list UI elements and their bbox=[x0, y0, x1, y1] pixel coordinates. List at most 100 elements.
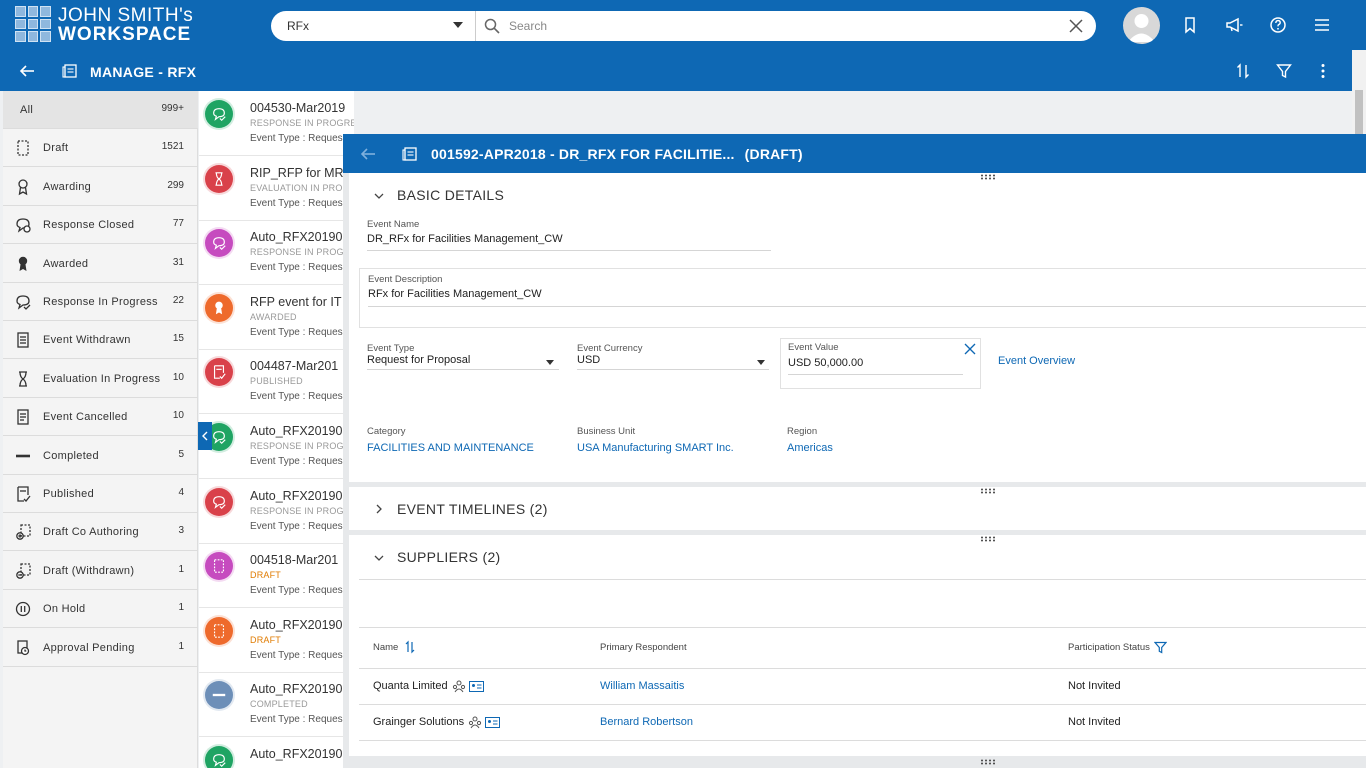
filter-item[interactable]: Draft (Withdrawn) 1 bbox=[3, 552, 198, 590]
ribbon-filled-icon bbox=[18, 256, 28, 271]
event-list-item[interactable]: Auto_RFX20190 RESPONSE IN PROG Event Type … bbox=[199, 220, 354, 286]
close-icon[interactable] bbox=[964, 343, 976, 355]
ribbon-filled-icon bbox=[215, 301, 223, 315]
event-name: Auto_RFX20190 bbox=[250, 230, 343, 245]
section-title[interactable]: BASIC DETAILS bbox=[397, 187, 504, 203]
drag-handle-icon[interactable] bbox=[980, 759, 998, 765]
chevron-down-icon[interactable] bbox=[373, 190, 385, 202]
primary-respondent-link[interactable]: Bernard Robertson bbox=[600, 716, 693, 728]
event-overview-link[interactable]: Event Overview bbox=[998, 355, 1075, 367]
contact-card-icon[interactable] bbox=[485, 717, 500, 728]
section-title[interactable]: EVENT TIMELINES (2) bbox=[397, 501, 548, 517]
event-name-field[interactable]: DR_RFx for Facilities Management_CW bbox=[367, 233, 563, 245]
drag-handle-icon[interactable] bbox=[980, 174, 998, 180]
filter-item[interactable]: Published 4 bbox=[3, 475, 198, 513]
event-status-badge bbox=[205, 229, 233, 258]
category-link[interactable]: FACILITIES AND MAINTENANCE bbox=[367, 442, 534, 454]
divider bbox=[359, 668, 1366, 669]
filter-icon[interactable] bbox=[1275, 62, 1293, 80]
filter-label: Event Withdrawn bbox=[43, 334, 131, 347]
event-status-badge bbox=[205, 100, 233, 128]
filter-item[interactable]: Response Closed 77 bbox=[3, 206, 198, 245]
dash-icon bbox=[16, 454, 30, 457]
event-value-label: Event Value bbox=[788, 342, 839, 353]
event-list-item[interactable]: Auto_RFX20190 bbox=[199, 737, 354, 768]
event-currency-label: Event Currency bbox=[577, 343, 643, 354]
event-list-item[interactable]: 004487-Mar201 PUBLISHED Event Type : Reque… bbox=[199, 349, 354, 415]
close-icon[interactable] bbox=[1068, 18, 1084, 34]
chevron-down-icon[interactable] bbox=[373, 552, 385, 564]
filter-item[interactable]: All 999+ bbox=[3, 91, 198, 129]
event-status-text: DRAFT bbox=[250, 570, 281, 581]
help-icon[interactable] bbox=[1268, 15, 1288, 35]
event-list-item[interactable]: 004530-Mar2019 RESPONSE IN PROGRESS Event … bbox=[199, 91, 354, 156]
filter-item[interactable]: Response In Progress 22 bbox=[3, 283, 198, 321]
event-description-field[interactable]: RFx for Facilities Management_CW bbox=[368, 288, 542, 300]
filter-item[interactable]: Draft Co Authoring 3 bbox=[3, 513, 198, 552]
filter-item[interactable]: Approval Pending 1 bbox=[3, 629, 198, 667]
event-description-box[interactable]: Event Description RFx for Facilities Man… bbox=[359, 268, 1366, 328]
filter-item[interactable]: Evaluation In Progress 10 bbox=[3, 360, 198, 398]
event-list-item[interactable]: Auto_RFX20190 COMPLETED Event Type : Reque… bbox=[199, 672, 354, 738]
event-value-field[interactable]: USD 50,000.00 bbox=[788, 357, 863, 369]
filter-item[interactable]: On Hold 1 bbox=[3, 590, 198, 629]
region-link[interactable]: Americas bbox=[787, 442, 833, 454]
event-currency-select[interactable]: USD bbox=[577, 354, 600, 366]
section-title[interactable]: SUPPLIERS (2) bbox=[397, 549, 501, 565]
filter-count: 5 bbox=[178, 448, 184, 460]
avatar[interactable] bbox=[1123, 7, 1160, 44]
status-filter-panel: All 999+ Draft 1521 Awarding 299 Response Clos… bbox=[3, 91, 198, 768]
filter-label: Response In Progress bbox=[43, 296, 158, 308]
filter-item[interactable]: Event Withdrawn 15 bbox=[3, 321, 198, 360]
event-type-text: Event Type : Reques bbox=[250, 197, 343, 209]
event-value-box: Event Value USD 50,000.00 bbox=[780, 338, 981, 389]
event-list-item[interactable]: Auto_RFX20190 RESPONSE IN PROG Event Type … bbox=[199, 479, 354, 544]
filter-item[interactable]: Awarding 299 bbox=[3, 168, 198, 206]
sort-icon[interactable] bbox=[405, 640, 415, 654]
event-list-item[interactable]: 004518-Mar201 DRAFT Event Type : Reques bbox=[199, 543, 354, 609]
filter-item[interactable]: Draft 1521 bbox=[3, 129, 198, 168]
doc-withdrawn-icon bbox=[17, 332, 29, 349]
supplier-group-icon[interactable] bbox=[468, 715, 482, 729]
filter-item[interactable]: Event Cancelled 10 bbox=[3, 398, 198, 437]
col-header-name[interactable]: Name bbox=[373, 642, 398, 653]
filter-item[interactable]: Completed 5 bbox=[3, 437, 198, 475]
collapse-list-button[interactable] bbox=[198, 422, 212, 450]
supplier-group-icon[interactable] bbox=[452, 679, 466, 693]
filter-icon[interactable] bbox=[1154, 641, 1167, 654]
event-list-item[interactable]: Auto_RFX20190 DRAFT Event Type : Reques bbox=[199, 608, 354, 673]
sort-icon[interactable] bbox=[1234, 62, 1252, 80]
back-arrow-icon[interactable] bbox=[18, 62, 36, 80]
event-list-item[interactable]: Auto_RFX20190 RESPONSE IN PROG Event Type … bbox=[199, 414, 354, 479]
bookmark-icon[interactable] bbox=[1180, 15, 1200, 35]
caret-down-icon[interactable] bbox=[546, 360, 554, 365]
event-type-select[interactable]: Request for Proposal bbox=[367, 354, 470, 366]
drag-handle-icon[interactable] bbox=[980, 488, 998, 494]
drag-handle-icon[interactable] bbox=[980, 536, 998, 542]
filter-label: On Hold bbox=[43, 603, 86, 616]
module-select[interactable]: RFx bbox=[271, 11, 476, 41]
filter-count: 1521 bbox=[161, 141, 184, 153]
business-unit-link[interactable]: USA Manufacturing SMART Inc. bbox=[577, 442, 734, 454]
participation-status: Not Invited bbox=[1068, 716, 1121, 728]
basic-details-section: BASIC DETAILS Event Name DR_RFx for Faci… bbox=[349, 173, 1366, 482]
workspace-logo[interactable]: JOHN SMITH's WORKSPACE bbox=[58, 6, 193, 44]
event-list-item[interactable]: RFP event for IT AWARDED Event Type : Requ… bbox=[199, 285, 354, 350]
primary-respondent-link[interactable]: William Massaitis bbox=[600, 680, 684, 692]
filter-label: Completed bbox=[43, 449, 99, 462]
contact-card-icon[interactable] bbox=[469, 681, 484, 692]
megaphone-icon[interactable] bbox=[1224, 15, 1244, 35]
detail-header: 001592-APR2018 - DR_RFX FOR FACILITIE...… bbox=[343, 134, 1366, 173]
hourglass-icon bbox=[19, 371, 27, 387]
supplier-name: Quanta Limited bbox=[373, 680, 448, 692]
chevron-right-icon[interactable] bbox=[373, 503, 385, 515]
hamburger-menu-icon[interactable] bbox=[1312, 15, 1332, 35]
filter-count: 999+ bbox=[161, 103, 184, 114]
caret-down-icon[interactable] bbox=[757, 360, 765, 365]
event-list-item[interactable]: RIP_RFP for MR EVALUATION IN PROG Event Ty… bbox=[199, 156, 354, 221]
more-options-icon[interactable] bbox=[1314, 62, 1332, 80]
search-input[interactable] bbox=[509, 15, 1029, 37]
back-arrow-icon[interactable] bbox=[359, 145, 377, 163]
filter-count: 1 bbox=[178, 602, 184, 614]
filter-item[interactable]: Awarded 31 bbox=[3, 245, 198, 283]
